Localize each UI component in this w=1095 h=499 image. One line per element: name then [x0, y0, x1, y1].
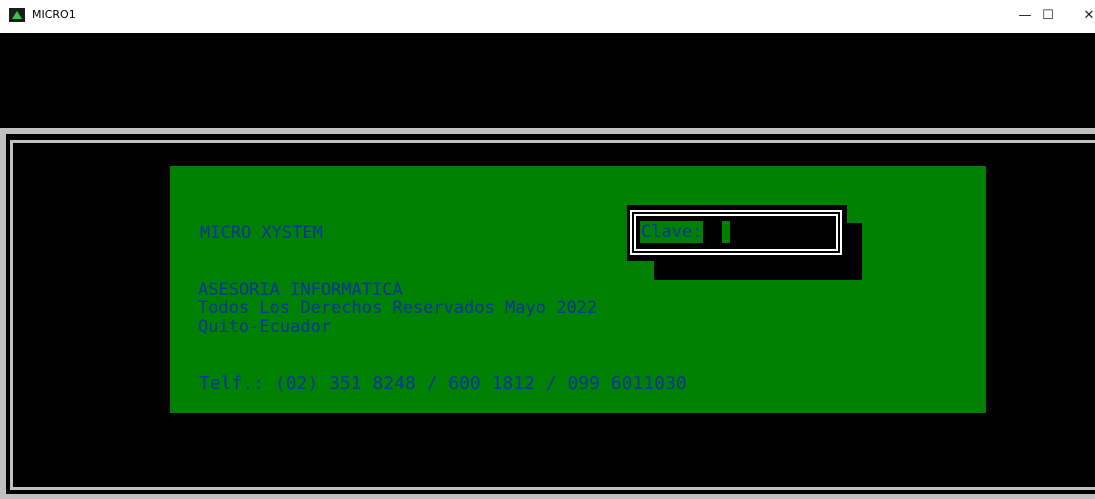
- window-title: MICRO1: [32, 8, 76, 21]
- system-name: MICRO XYSTEM: [200, 223, 323, 243]
- window-titlebar: MICRO1 — ☐ ✕: [0, 0, 1095, 33]
- close-button[interactable]: ✕: [1076, 5, 1095, 27]
- password-input[interactable]: [722, 221, 730, 243]
- company-name: ASESORIA INFORMATICA: [198, 280, 403, 300]
- rights-text: Todos Los Derechos Reservados Mayo 2022: [198, 298, 598, 318]
- location-text: Quito-Ecuador: [198, 317, 332, 337]
- app-icon: [9, 8, 25, 22]
- password-label: Clave:: [640, 221, 704, 243]
- phone-text: Telf.: (02) 351 8248 / 600 1812 / 099 60…: [199, 373, 687, 394]
- maximize-button[interactable]: ☐: [1035, 5, 1061, 27]
